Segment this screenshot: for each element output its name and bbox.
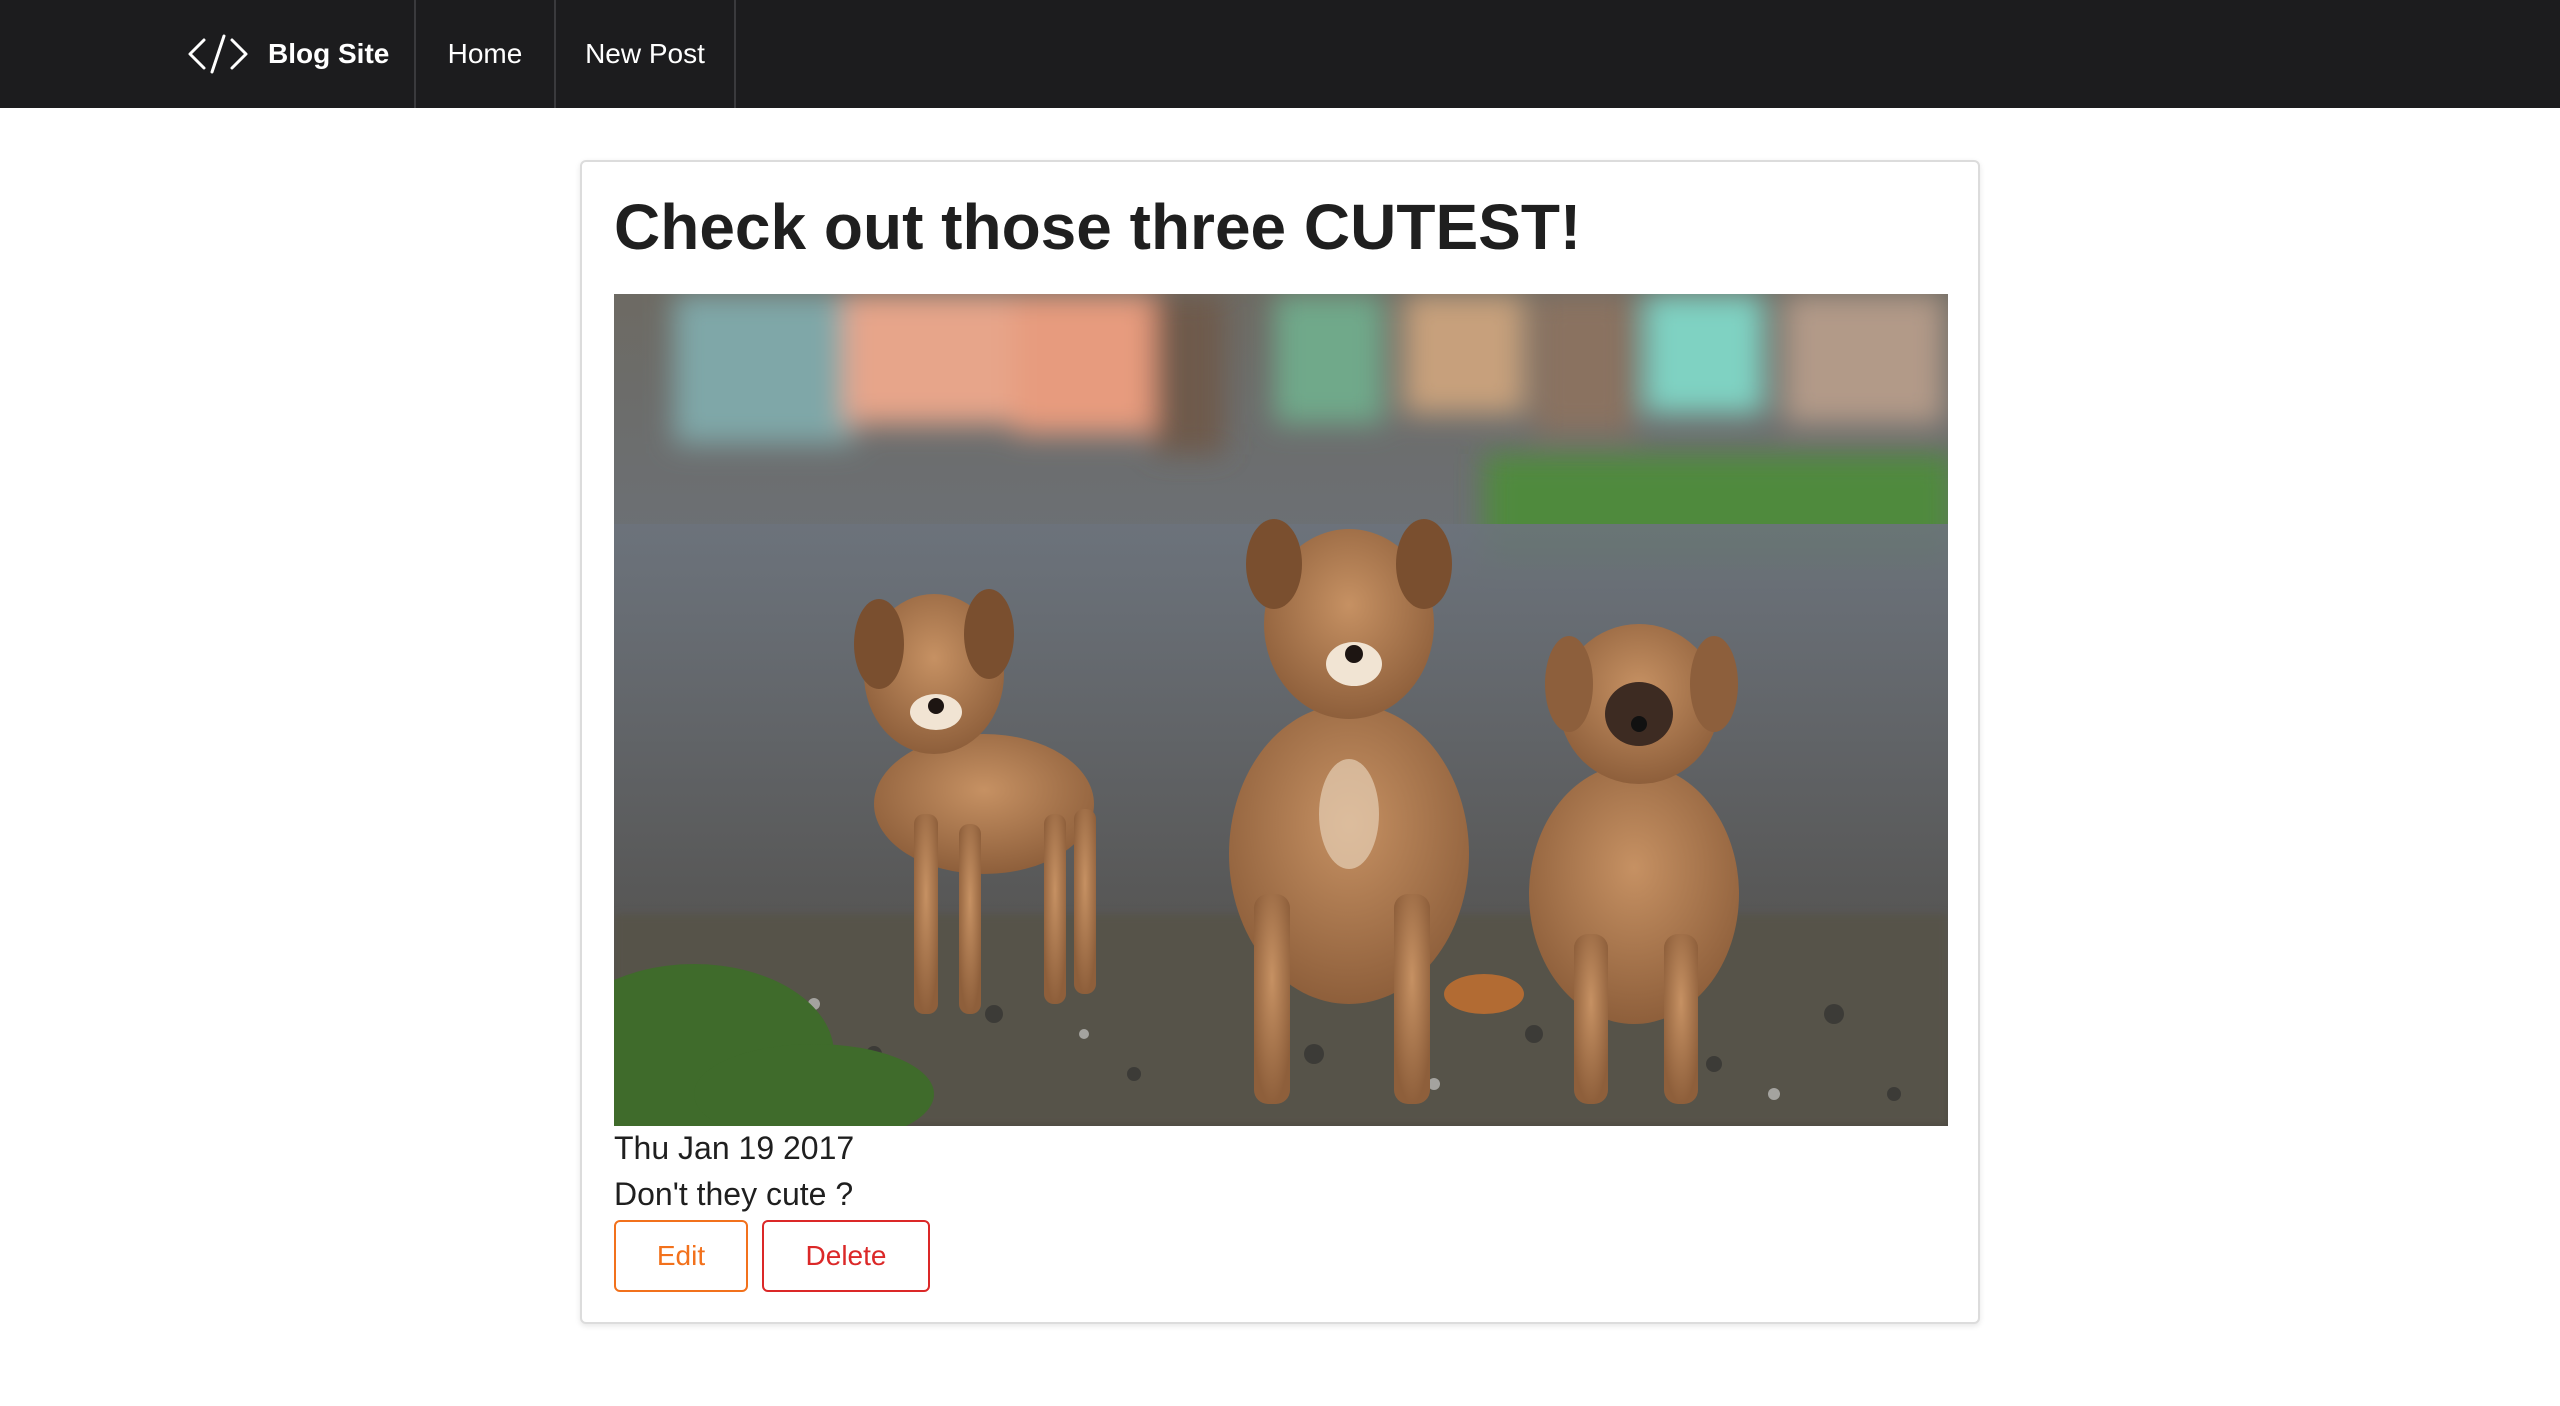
post-body: Don't they cute ? [614, 1176, 854, 1212]
nav-new-post-link[interactable]: New Post [556, 0, 736, 108]
brand-label: Blog Site [268, 38, 390, 69]
code-icon [186, 30, 250, 78]
brand-link[interactable]: Blog Site [186, 0, 416, 108]
nav-home-label: Home [447, 38, 523, 69]
post-date: Thu Jan 19 2017 [614, 1130, 855, 1166]
edit-button[interactable]: Edit [614, 1220, 748, 1292]
nav-new-post-label: New Post [585, 38, 705, 69]
post-card: Check out those three CUTEST! Thu Jan 19… [580, 160, 1980, 1324]
delete-button[interactable]: Delete [762, 1220, 930, 1292]
puppies-photo [614, 294, 1948, 1126]
nav-home-link[interactable]: Home [414, 0, 556, 108]
post-image [614, 294, 1948, 1126]
top-navbar: Blog Site Home New Post [0, 0, 2560, 108]
post-title: Check out those three CUTEST! [614, 191, 1582, 263]
